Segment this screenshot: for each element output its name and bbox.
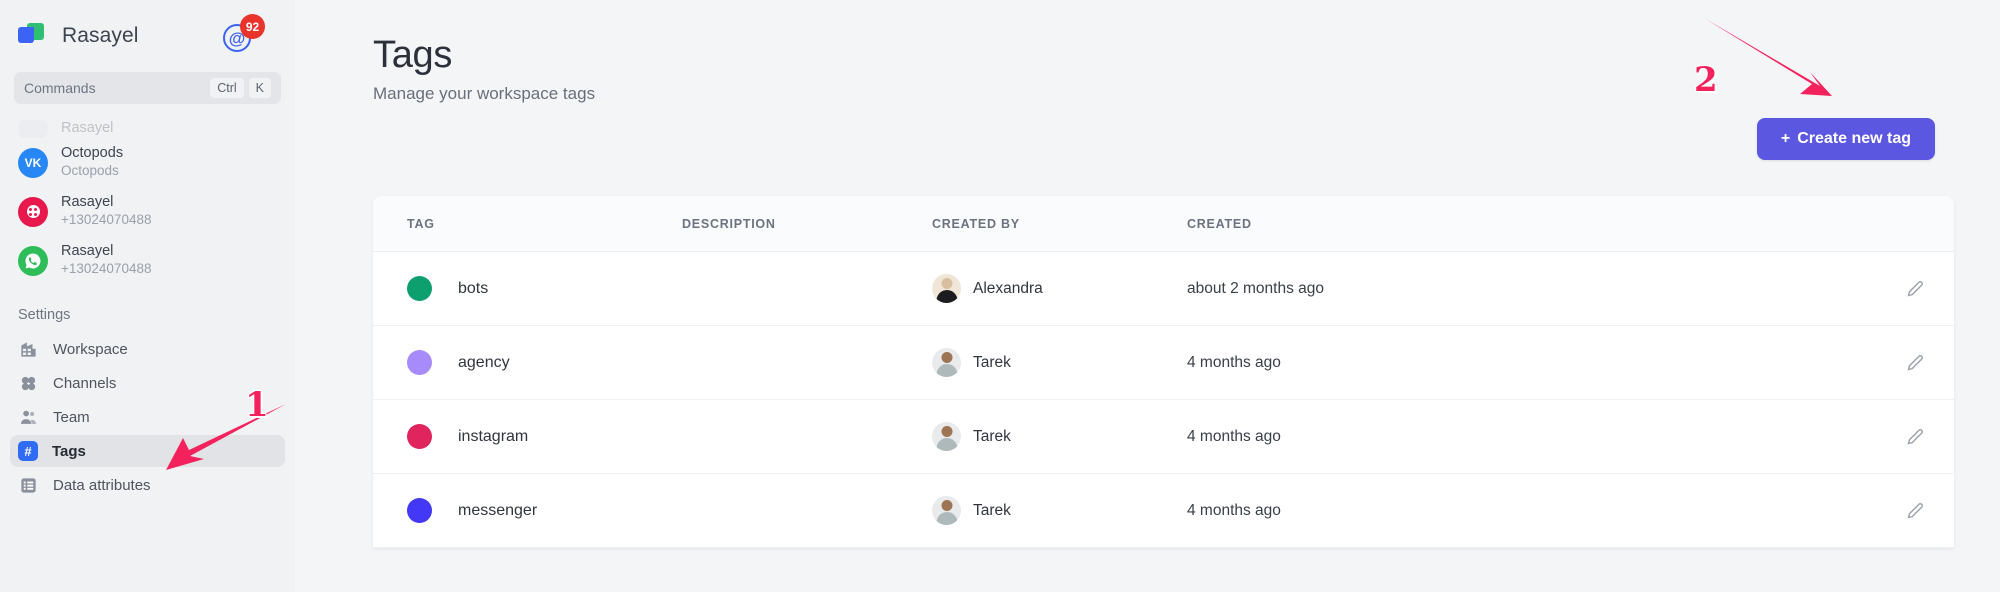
sidebar-item-team[interactable]: Team — [10, 401, 285, 433]
table-row[interactable]: messenger Tarek 4 months ago — [373, 474, 1954, 548]
cell-created-by: Alexandra — [932, 274, 1187, 303]
create-new-tag-button[interactable]: + Create new tag — [1756, 118, 1935, 160]
pencil-icon — [1907, 355, 1923, 371]
cell-tag: agency — [407, 350, 682, 375]
channel-title: Rasayel — [61, 194, 114, 211]
created-by-name: Tarek — [973, 427, 1011, 445]
channel-item-octopods[interactable]: VK Octopods Octopods — [10, 138, 285, 187]
tags-table: TAG DESCRIPTION CREATED BY CREATED bots … — [373, 196, 1954, 548]
commands-label: Commands — [24, 80, 96, 96]
mentions-button[interactable]: @ 92 — [221, 14, 265, 58]
tag-name: messenger — [458, 501, 538, 519]
sidebar-item-label: Data attributes — [53, 476, 151, 494]
page-subtitle: Manage your workspace tags — [373, 84, 596, 103]
rasayel-channel-icon — [18, 196, 48, 227]
annotation-number-1: 1 — [245, 385, 269, 425]
edit-tag-button[interactable] — [1874, 426, 1954, 447]
hash-icon: # — [18, 441, 38, 461]
channels-icon — [18, 373, 39, 394]
column-header-description: DESCRIPTION — [682, 216, 776, 231]
avatar — [932, 274, 961, 303]
annotation-number-2: 2 — [1694, 60, 1718, 100]
cell-created: 4 months ago — [1187, 353, 1281, 371]
channel-title: Rasayel — [61, 243, 114, 260]
edit-tag-button[interactable] — [1874, 352, 1954, 373]
plus-icon: + — [1780, 130, 1791, 147]
sidebar-item-channels[interactable]: Channels — [10, 367, 285, 399]
tag-name: bots — [458, 279, 489, 297]
edit-tag-button[interactable] — [1874, 278, 1954, 299]
created-by-name: Tarek — [973, 353, 1011, 371]
kbd-k: K — [248, 78, 271, 98]
column-header-created: CREATED — [1187, 216, 1252, 231]
sidebar-item-label: Workspace — [53, 340, 128, 358]
create-new-tag-label: Create new tag — [1797, 130, 1911, 147]
avatar — [932, 422, 961, 451]
brand-row: Rasayel @ 92 — [0, 0, 295, 72]
sidebar-item-label: Tags — [52, 442, 86, 460]
tag-color-dot — [407, 350, 432, 375]
main-content: Tags Manage your workspace tags + Create… — [295, 0, 2000, 592]
cell-created-by: Tarek — [932, 348, 1187, 377]
list-icon — [18, 475, 39, 496]
vk-icon: VK — [18, 147, 48, 178]
page-header: Tags Manage your workspace tags — [295, 0, 2000, 104]
column-header-tag: TAG — [407, 216, 435, 231]
tag-name: instagram — [458, 427, 529, 445]
tag-color-dot — [407, 498, 432, 523]
created-by-name: Alexandra — [973, 279, 1043, 297]
sidebar-item-tags[interactable]: # Tags — [10, 435, 285, 467]
avatar — [932, 348, 961, 377]
cell-created: about 2 months ago — [1187, 279, 1325, 297]
column-header-created-by: CREATED BY — [932, 216, 1020, 231]
table-row[interactable]: bots Alexandra about 2 months ago — [373, 252, 1954, 326]
team-icon — [18, 407, 39, 428]
channel-title: Octopods — [61, 145, 124, 162]
cell-tag: bots — [407, 276, 682, 301]
kbd-ctrl: Ctrl — [210, 78, 244, 98]
settings-section-label: Settings — [18, 307, 71, 323]
sidebar-item-data-attributes[interactable]: Data attributes — [10, 469, 285, 501]
table-row[interactable]: agency Tarek 4 months ago — [373, 326, 1954, 400]
page-title: Tags — [373, 34, 453, 76]
channel-item-partial[interactable]: Rasayel — [10, 120, 285, 138]
pencil-icon — [1907, 503, 1923, 519]
avatar — [932, 496, 961, 525]
pencil-icon — [1907, 281, 1923, 297]
whatsapp-icon — [18, 245, 48, 276]
sidebar-item-workspace[interactable]: Workspace — [10, 333, 285, 365]
channel-subtitle: +13024070488 — [61, 261, 152, 277]
channel-item-rasayel-whatsapp[interactable]: Rasayel +13024070488 — [10, 236, 285, 285]
cell-created: 4 months ago — [1187, 501, 1281, 519]
table-row[interactable]: instagram Tarek 4 months ago — [373, 400, 1954, 474]
building-icon — [18, 339, 39, 360]
tag-name: agency — [458, 353, 510, 371]
sidebar-item-label: Team — [53, 408, 90, 426]
channel-list: Rasayel VK Octopods Octopods Rasayel +13… — [0, 120, 295, 285]
tags-settings-page: Rasayel @ 92 Commands Ctrl K Rasayel VK … — [0, 0, 2000, 592]
tag-color-dot — [407, 424, 432, 449]
created-by-name: Tarek — [973, 501, 1011, 519]
sidebar: Rasayel @ 92 Commands Ctrl K Rasayel VK … — [0, 0, 295, 592]
cell-created: 4 months ago — [1187, 427, 1281, 445]
channel-subtitle: Octopods — [61, 163, 119, 179]
cell-tag: instagram — [407, 424, 682, 449]
channel-subtitle: +13024070488 — [61, 212, 152, 228]
cell-created-by: Tarek — [932, 496, 1187, 525]
channel-item-rasayel-sms[interactable]: Rasayel +13024070488 — [10, 187, 285, 236]
pencil-icon — [1907, 429, 1923, 445]
table-header-row: TAG DESCRIPTION CREATED BY CREATED — [373, 196, 1954, 252]
cell-tag: messenger — [407, 498, 682, 523]
brand-name: Rasayel — [62, 24, 139, 47]
mention-badge-count: 92 — [240, 14, 265, 39]
cell-created-by: Tarek — [932, 422, 1187, 451]
edit-tag-button[interactable] — [1874, 500, 1954, 521]
rasayel-logo-icon — [18, 23, 44, 49]
tag-color-dot — [407, 276, 432, 301]
commands-search[interactable]: Commands Ctrl K — [14, 72, 281, 104]
sidebar-item-label: Channels — [53, 374, 117, 392]
